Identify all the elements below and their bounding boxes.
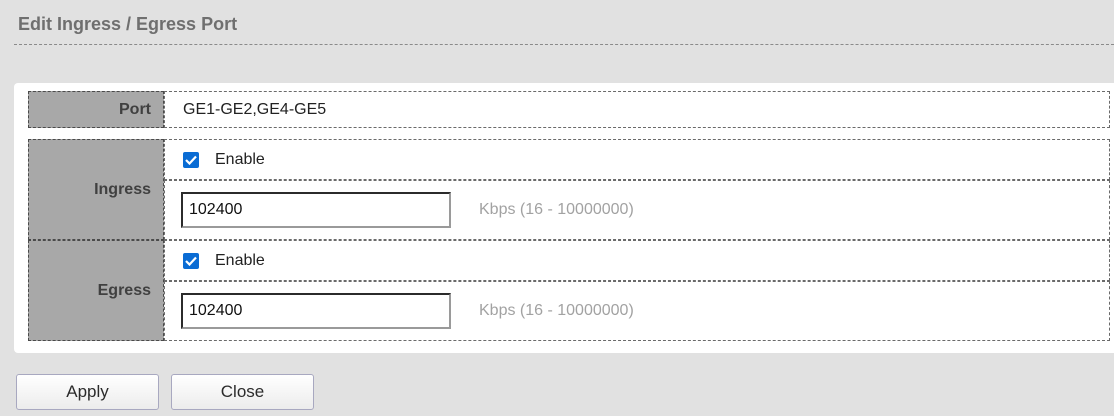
close-button[interactable]: Close [171, 374, 314, 410]
ingress-rate-input[interactable] [181, 192, 451, 228]
ingress-rate-hint: Kbps (16 - 10000000) [479, 201, 634, 218]
egress-enable-checkbox[interactable] [183, 252, 199, 269]
egress-rate-cell: Kbps (16 - 10000000) [164, 281, 1110, 341]
port-label: Port [28, 91, 164, 128]
ingress-enable-cell: Enable [164, 139, 1110, 180]
checkmark-icon [185, 256, 197, 266]
egress-label: Egress [28, 240, 164, 341]
apply-button[interactable]: Apply [16, 374, 159, 410]
port-value-cell: GE1-GE2,GE4-GE5 [164, 91, 1110, 128]
checkmark-icon [185, 155, 197, 165]
ingress-rate-cell: Kbps (16 - 10000000) [164, 180, 1110, 240]
egress-enable-label: Enable [215, 251, 265, 269]
title-divider [14, 44, 1114, 45]
page-title: Edit Ingress / Egress Port [18, 14, 238, 34]
port-value: GE1-GE2,GE4-GE5 [183, 100, 327, 118]
egress-rate-input[interactable] [181, 293, 451, 329]
form-panel: Port GE1-GE2,GE4-GE5 Ingress Enable Kbps… [14, 83, 1114, 353]
egress-rate-hint: Kbps (16 - 10000000) [479, 302, 634, 319]
ingress-enable-label: Enable [215, 150, 265, 168]
egress-enable-cell: Enable [164, 240, 1110, 281]
ingress-enable-checkbox[interactable] [183, 151, 199, 168]
ingress-label: Ingress [28, 139, 164, 240]
